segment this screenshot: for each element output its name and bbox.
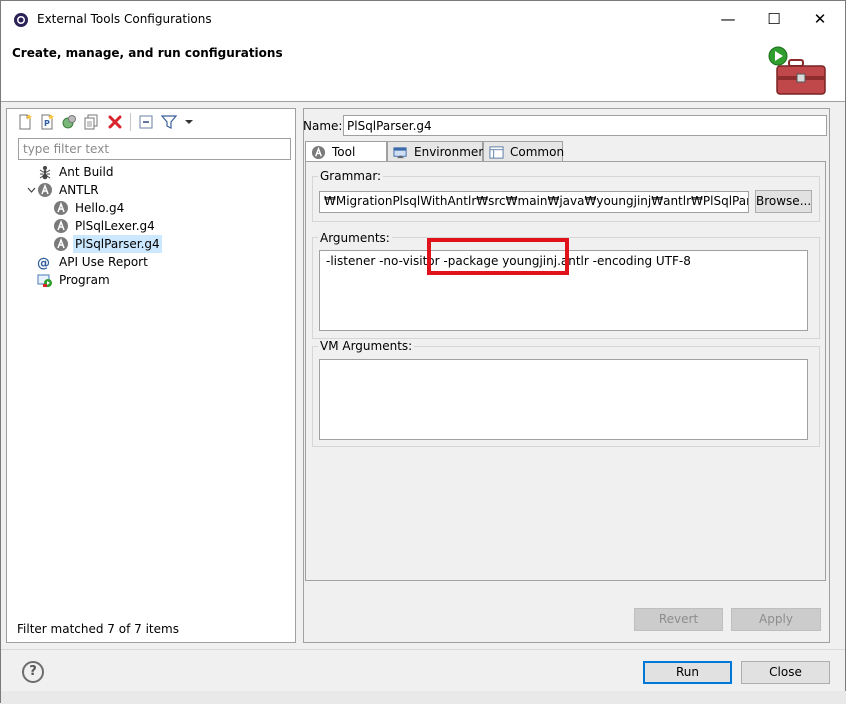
vm-arguments-textarea[interactable] xyxy=(319,359,808,440)
delete-icon[interactable] xyxy=(107,114,123,130)
filter-icon[interactable] xyxy=(161,114,177,130)
grammar-label: Grammar: xyxy=(318,169,384,183)
vm-arguments-label: VM Arguments: xyxy=(318,339,415,353)
title-bar: External Tools Configurations — ☐ ✕ xyxy=(1,1,845,38)
tab-common[interactable]: Common xyxy=(483,141,565,162)
name-field[interactable] xyxy=(343,115,827,136)
tab-environment[interactable]: Environment xyxy=(387,141,491,162)
environment-icon xyxy=(393,147,407,159)
antlr-icon xyxy=(54,219,68,233)
tree-item-label: Program xyxy=(59,273,110,287)
duplicate-icon[interactable] xyxy=(83,114,99,130)
arguments-label: Arguments: xyxy=(318,231,392,245)
tree-item-label: PlSqlParser.g4 xyxy=(73,235,162,253)
configuration-list-panel: P type filter text Ant Build ANTLR Hello… xyxy=(6,108,296,643)
external-tools-dialog: External Tools Configurations — ☐ ✕ Crea… xyxy=(0,0,846,704)
browse-button[interactable]: Browse... xyxy=(755,190,812,213)
window-title: External Tools Configurations xyxy=(37,12,212,26)
arguments-textarea[interactable]: -listener -no-visitor -package youngjinj… xyxy=(319,250,808,331)
svg-text:@: @ xyxy=(37,256,50,270)
tree-item-label: ANTLR xyxy=(59,183,99,197)
name-label: Name: xyxy=(303,119,343,133)
tab-label: Tool xyxy=(332,145,356,159)
new-prototype-icon[interactable]: P xyxy=(39,114,55,130)
tab-label: Common xyxy=(510,145,565,159)
eclipse-app-icon xyxy=(14,13,28,27)
dialog-header: Create, manage, and run configurations xyxy=(1,38,845,101)
tab-label: Environment xyxy=(414,145,491,159)
svg-text:P: P xyxy=(44,119,50,128)
tree-item-label: Ant Build xyxy=(59,165,114,179)
apply-button[interactable]: Apply xyxy=(731,608,821,631)
toolbar-separator xyxy=(130,113,131,131)
antlr-icon xyxy=(38,183,52,197)
filter-input[interactable] xyxy=(18,138,291,160)
close-window-button[interactable]: ✕ xyxy=(797,1,843,38)
background-workbench-strip xyxy=(1,691,846,704)
filter-status-text: Filter matched 7 of 7 items xyxy=(17,622,179,636)
api-report-icon: @ xyxy=(37,256,50,270)
chevron-down-icon xyxy=(27,187,35,193)
header-separator xyxy=(1,101,845,102)
run-button[interactable]: Run xyxy=(643,661,732,684)
footer-separator xyxy=(1,649,845,650)
antlr-icon xyxy=(54,237,68,251)
program-icon xyxy=(37,274,52,287)
dialog-heading: Create, manage, and run configurations xyxy=(12,46,283,60)
expand-toggle-antlr[interactable] xyxy=(25,181,37,199)
ant-icon xyxy=(39,166,51,180)
tree-item-label: Hello.g4 xyxy=(75,201,125,215)
tree-item-label: API Use Report xyxy=(59,255,148,269)
maximize-button[interactable]: ☐ xyxy=(751,1,797,38)
revert-button[interactable]: Revert xyxy=(634,608,723,631)
tab-tool[interactable]: Tool xyxy=(305,141,387,163)
antlr-icon xyxy=(311,145,326,160)
common-icon xyxy=(489,146,504,159)
minimize-button[interactable]: — xyxy=(705,1,751,38)
collapse-all-icon[interactable] xyxy=(138,114,154,130)
antlr-icon xyxy=(54,201,68,215)
help-button[interactable]: ? xyxy=(22,661,44,683)
grammar-field[interactable]: ₩MigrationPlsqlWithAntlr₩src₩main₩java₩y… xyxy=(319,191,749,213)
export-icon[interactable] xyxy=(61,114,77,130)
view-menu-icon[interactable] xyxy=(181,114,197,130)
panel-sash[interactable] xyxy=(298,108,302,643)
close-button[interactable]: Close xyxy=(741,661,830,684)
tree-item-label: PlSqlLexer.g4 xyxy=(75,219,155,233)
new-configuration-icon[interactable] xyxy=(17,114,33,130)
toolbox-run-icon xyxy=(768,46,826,95)
